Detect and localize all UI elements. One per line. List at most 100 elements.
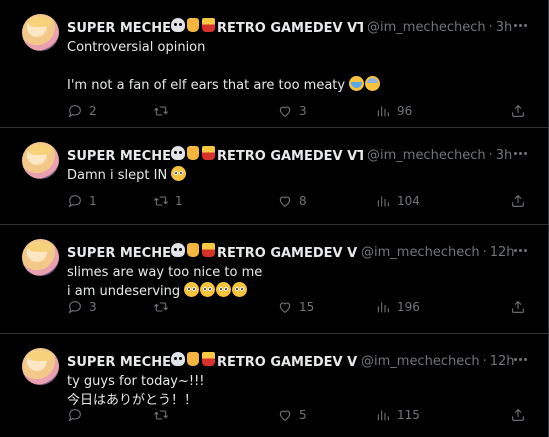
name-emoji-badges	[170, 146, 217, 160]
action-bar: 3 15 196	[67, 298, 528, 316]
display-name[interactable]: SUPER MECHE RETRO GAMEDEV VTUBER	[67, 18, 363, 36]
views-button[interactable]: 115	[375, 407, 475, 423]
display-name[interactable]: SUPER MECHE RETRO GAMEDEV VTUBER	[67, 352, 357, 370]
more-icon[interactable]	[512, 17, 528, 33]
share-button[interactable]	[510, 193, 528, 209]
action-bar: 2 3 96	[67, 102, 528, 120]
reply-button[interactable]: 1	[67, 193, 153, 209]
retweet-button[interactable]	[153, 407, 277, 423]
views-button[interactable]: 196	[375, 299, 475, 315]
tweet-line: I'm not a fan of elf ears that are too m…	[67, 78, 346, 93]
handle[interactable]: @im_mechechech	[367, 20, 486, 35]
views-icon	[377, 410, 389, 421]
timestamp[interactable]: 12h	[490, 354, 515, 369]
reply-button[interactable]: 2	[67, 103, 153, 119]
tweet-line: slimes are way too nice to me	[67, 265, 263, 280]
display-name-text: SUPER MECHE	[67, 149, 171, 164]
display-name-suffix: RETRO GAMEDEV VTUBER	[216, 21, 363, 36]
tweet-text: Controversial opinion I'm not a fan of e…	[67, 38, 528, 95]
tweet-header: SUPER MECHE RETRO GAMEDEV VTUBER @im_mech…	[67, 352, 540, 370]
name-emoji-badges	[170, 243, 217, 257]
separator-dot: ·	[482, 244, 487, 260]
avatar[interactable]	[22, 142, 59, 179]
tweet-line: Damn i slept IN	[67, 168, 168, 183]
heart-icon	[279, 106, 291, 117]
like-count: 5	[299, 408, 307, 422]
tweet[interactable]: SUPER MECHE RETRO GAMEDEV VTUBER @im_mech…	[0, 0, 548, 128]
display-name-text: SUPER MECHE	[67, 21, 171, 36]
display-name-text: SUPER MECHE	[67, 355, 171, 370]
handle[interactable]: @im_mechechech	[367, 148, 486, 163]
timestamp[interactable]: 12h	[490, 245, 515, 260]
action-bar: 5 115	[67, 406, 528, 424]
reply-icon	[68, 301, 81, 314]
views-icon	[377, 106, 389, 117]
rock-hand-icon	[186, 243, 199, 257]
reply-button[interactable]	[67, 407, 153, 423]
tweet-line-with-emoji: I'm not a fan of elf ears that are too m…	[67, 76, 528, 95]
heart-icon	[279, 302, 291, 313]
fries-icon	[201, 352, 215, 366]
views-button[interactable]: 96	[375, 103, 475, 119]
more-icon[interactable]	[512, 145, 528, 161]
reply-button[interactable]: 3	[67, 299, 153, 315]
tweet[interactable]: SUPER MECHE RETRO GAMEDEV VTUBER @im_mech…	[0, 225, 548, 334]
pleading-face-icon	[216, 282, 232, 297]
view-count: 96	[397, 104, 413, 118]
tweet[interactable]: SUPER MECHE RETRO GAMEDEV VTUBER @im_mech…	[0, 334, 548, 437]
share-icon	[512, 104, 524, 117]
display-name-suffix: RETRO GAMEDEV VTUBER	[216, 149, 363, 164]
views-button[interactable]: 104	[375, 193, 475, 209]
share-icon	[512, 408, 524, 421]
more-icon[interactable]	[512, 351, 528, 367]
rock-hand-icon	[186, 146, 199, 160]
pleading-face-icon	[200, 282, 216, 297]
pleading-face-icon	[232, 282, 248, 297]
reply-icon	[68, 105, 81, 118]
like-button[interactable]: 5	[277, 407, 375, 423]
tweet-header: SUPER MECHE RETRO GAMEDEV VTUBER @im_mech…	[67, 243, 540, 261]
display-name[interactable]: SUPER MECHE RETRO GAMEDEV VTUBER	[67, 243, 357, 261]
share-button[interactable]	[510, 407, 528, 423]
avatar[interactable]	[22, 14, 59, 51]
rock-hand-icon	[186, 18, 199, 32]
timestamp[interactable]: 3h	[496, 148, 513, 163]
tweet-text: ty guys for today~!!! 今日はありがとう！！	[67, 372, 528, 410]
timestamp[interactable]: 3h	[496, 20, 513, 35]
retweet-button[interactable]	[153, 299, 277, 315]
handle[interactable]: @im_mechechech	[361, 354, 480, 369]
retweet-icon	[153, 196, 169, 206]
share-button[interactable]	[510, 299, 528, 315]
reply-icon	[68, 409, 81, 422]
reply-icon	[68, 195, 81, 208]
views-icon	[377, 302, 389, 313]
avatar[interactable]	[22, 239, 59, 276]
anxious-face-icon	[365, 76, 381, 91]
handle[interactable]: @im_mechechech	[361, 245, 480, 260]
retweet-button[interactable]: 1	[153, 193, 277, 209]
tweet-line-blank	[67, 57, 528, 76]
fries-icon	[201, 243, 215, 257]
view-count: 196	[397, 300, 420, 314]
retweet-icon	[153, 302, 169, 312]
like-count: 15	[299, 300, 315, 314]
tweet[interactable]: SUPER MECHE RETRO GAMEDEV VTUBER @im_mech…	[0, 128, 548, 225]
share-icon	[512, 194, 524, 207]
pleading-face-icon	[171, 166, 187, 181]
like-button[interactable]: 3	[277, 103, 375, 119]
share-button[interactable]	[510, 103, 528, 119]
like-button[interactable]: 15	[277, 299, 375, 315]
like-button[interactable]: 8	[277, 193, 375, 209]
skull-icon	[170, 146, 185, 160]
separator-dot: ·	[482, 353, 487, 369]
avatar[interactable]	[22, 348, 59, 385]
display-name[interactable]: SUPER MECHE RETRO GAMEDEV VTUBER	[67, 146, 363, 164]
display-name-suffix: RETRO GAMEDEV VTUBER	[216, 355, 357, 370]
retweet-button[interactable]	[153, 103, 277, 119]
skull-icon	[170, 352, 185, 366]
more-icon[interactable]	[512, 242, 528, 258]
tweet-line-with-emoji: Damn i slept IN	[67, 166, 528, 185]
tweet-header: SUPER MECHE RETRO GAMEDEV VTUBER @im_mech…	[67, 18, 540, 36]
retweet-count: 1	[175, 194, 183, 208]
fries-icon	[201, 18, 215, 32]
